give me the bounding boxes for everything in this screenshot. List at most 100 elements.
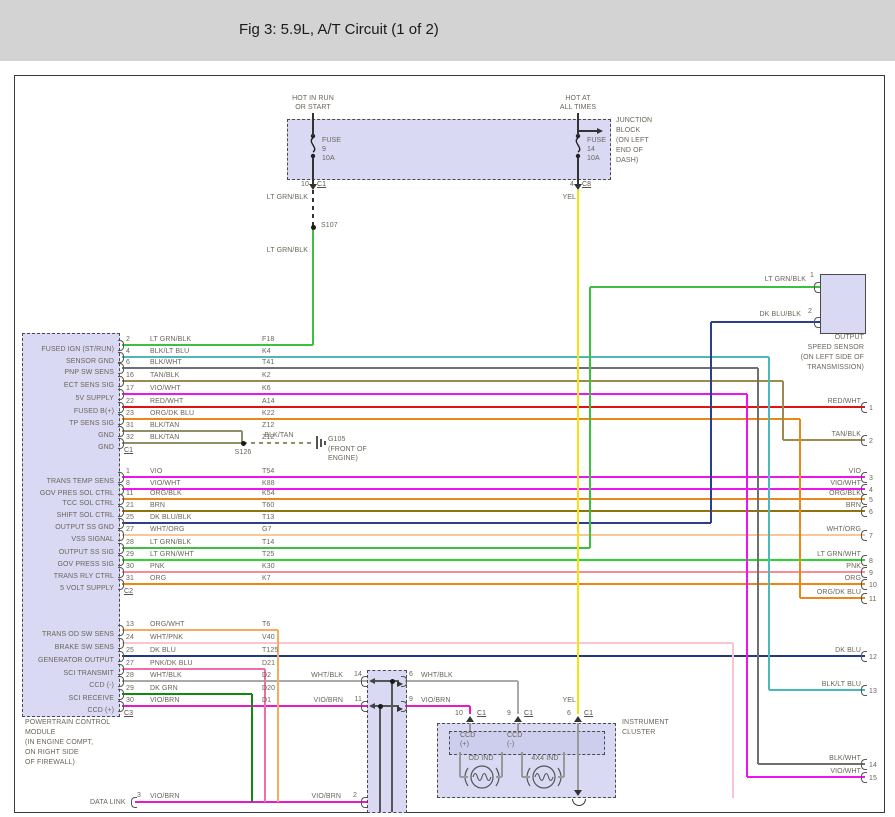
pcm-pin-bracket — [118, 664, 124, 675]
wire-label: OUTPUT — [835, 334, 864, 342]
wire-segment — [517, 723, 519, 731]
wire-label: 1 — [810, 272, 814, 280]
wire-label: ENGINE) — [328, 455, 358, 463]
pcm-pin-name: SCI TRANSMIT — [2, 670, 114, 678]
pcm-pin-number: 2 — [126, 336, 130, 344]
pcm-wire-color-label: VIO/WHT — [150, 480, 181, 488]
wire-segment — [747, 776, 865, 778]
wire-segment — [501, 752, 503, 777]
pcm-wire-color-label: BLK/WHT — [150, 359, 182, 367]
pcm-wire-color-label: ORG/WHT — [150, 621, 185, 629]
pcm-pin-name: PNP SW SENS — [2, 369, 114, 377]
wire-label: CLUSTER — [622, 729, 655, 737]
ground-symbol-g105 — [316, 436, 318, 449]
wire-segment — [578, 130, 597, 132]
arrow-icon — [369, 678, 375, 684]
pcm-wire-color-label: DK BLU — [150, 647, 176, 655]
wire-label: 10A — [587, 155, 600, 163]
wire-segment — [122, 705, 367, 707]
wire-label: TRANSMISSION) — [807, 364, 864, 372]
ground-symbol-g105-bar3 — [324, 441, 326, 445]
pcm-circuit-code: T125 — [262, 647, 278, 655]
right-pin-color-label: VIO/WHT — [761, 480, 861, 488]
splice-dot — [241, 441, 246, 446]
right-pin-color-label: BLK/WHT — [761, 755, 861, 763]
pcm-pin-name: FUSED IGN (ST/RUN) — [2, 346, 114, 354]
pin-bracket — [861, 435, 867, 446]
wire-label: 4X4 IND — [531, 755, 558, 763]
pcm-circuit-code: T60 — [262, 502, 274, 510]
pcm-pin-number: 27 — [126, 660, 134, 668]
pcm-circuit-code: A14 — [262, 398, 275, 406]
wire-label: S107 — [321, 222, 338, 230]
right-pin-color-label: RED/WHT — [761, 398, 861, 406]
pcm-wire-color-label: ORG/DK BLU — [150, 410, 194, 418]
wire-label: (IN ENGINE COMPT, — [25, 739, 93, 747]
wire-segment — [122, 571, 865, 573]
wire-segment — [122, 442, 243, 444]
pcm-connector-label: C1 — [124, 447, 133, 455]
wire-segment — [122, 476, 865, 478]
right-pin-color-label: ORG — [761, 575, 861, 583]
pcm-pin-bracket — [118, 530, 124, 541]
wire-label: CCD — [460, 732, 475, 740]
pcm-pin-name: TRANS TEMP SENS — [2, 478, 114, 486]
wire-segment — [122, 655, 865, 657]
wire-label: 2 — [353, 792, 357, 800]
wire-segment — [122, 393, 747, 395]
arrow-icon — [574, 184, 582, 190]
pcm-pin-name: GND — [2, 432, 114, 440]
right-pin-color-label: BRN — [761, 502, 861, 510]
wire-label: 14 — [587, 146, 595, 154]
wire-label: DK BLU/BLK — [760, 311, 801, 319]
pcm-circuit-code: K88 — [262, 480, 275, 488]
wire-segment — [783, 439, 865, 441]
wire-segment — [122, 367, 758, 369]
pin-bracket — [861, 530, 867, 541]
pcm-pin-bracket — [118, 472, 124, 483]
pcm-pin-name: TRANS RLY CTRL — [2, 573, 114, 581]
wire-label: END OF — [616, 147, 643, 155]
wire-label: 10 — [301, 181, 309, 189]
wire-label: C8 — [582, 181, 591, 189]
pcm-pin-number: 25 — [126, 514, 134, 522]
pcm-wire-color-label: WHT/ORG — [150, 526, 185, 534]
pin-bracket — [861, 772, 867, 783]
wire-label: S126 — [235, 449, 252, 457]
pcm-pin-bracket — [118, 689, 124, 700]
data-link-connector-box — [367, 670, 407, 813]
pcm-pin-number: 22 — [126, 398, 134, 406]
pcm-pin-bracket — [118, 651, 124, 662]
right-pin-number: 9 — [869, 570, 873, 578]
wire-segment — [405, 705, 470, 707]
right-pin-number: 5 — [869, 497, 873, 505]
wire-segment — [577, 158, 579, 184]
pcm-pin-number: 8 — [126, 480, 130, 488]
wire-label: (ON LEFT SIDE OF — [801, 354, 864, 362]
pcm-connector-label: C2 — [124, 588, 133, 596]
right-pin-number: 3 — [869, 475, 873, 483]
wire-label: FUSE — [322, 137, 341, 145]
pcm-pin-bracket — [118, 518, 124, 529]
pcm-circuit-code: T13 — [262, 514, 274, 522]
right-pin-number: 7 — [869, 533, 873, 541]
pcm-pin-name: GOV PRES SOL CTRL — [2, 490, 114, 498]
right-pin-number: 6 — [869, 509, 873, 517]
pcm-wire-color-label: VIO/WHT — [150, 385, 181, 393]
wire-segment — [122, 642, 733, 644]
pcm-wire-color-label: ORG — [150, 575, 166, 583]
pcm-pin-bracket — [118, 426, 124, 437]
right-pin-number: 2 — [869, 438, 873, 446]
wire-segment — [800, 597, 865, 599]
pcm-pin-number: 28 — [126, 539, 134, 547]
pin-bracket — [814, 282, 820, 293]
right-pin-number: 4 — [869, 487, 873, 495]
right-pin-number: 11 — [869, 596, 876, 604]
pcm-circuit-code: T14 — [262, 539, 274, 547]
pcm-wire-color-label: TAN/BLK — [150, 372, 179, 380]
right-pin-number: 12 — [869, 654, 877, 662]
wire-label: C1 — [317, 181, 326, 189]
right-pin-color-label: ORG/BLK — [761, 490, 861, 498]
pcm-pin-number: 1 — [126, 468, 130, 476]
right-pin-color-label: LT GRN/WHT — [761, 551, 861, 559]
